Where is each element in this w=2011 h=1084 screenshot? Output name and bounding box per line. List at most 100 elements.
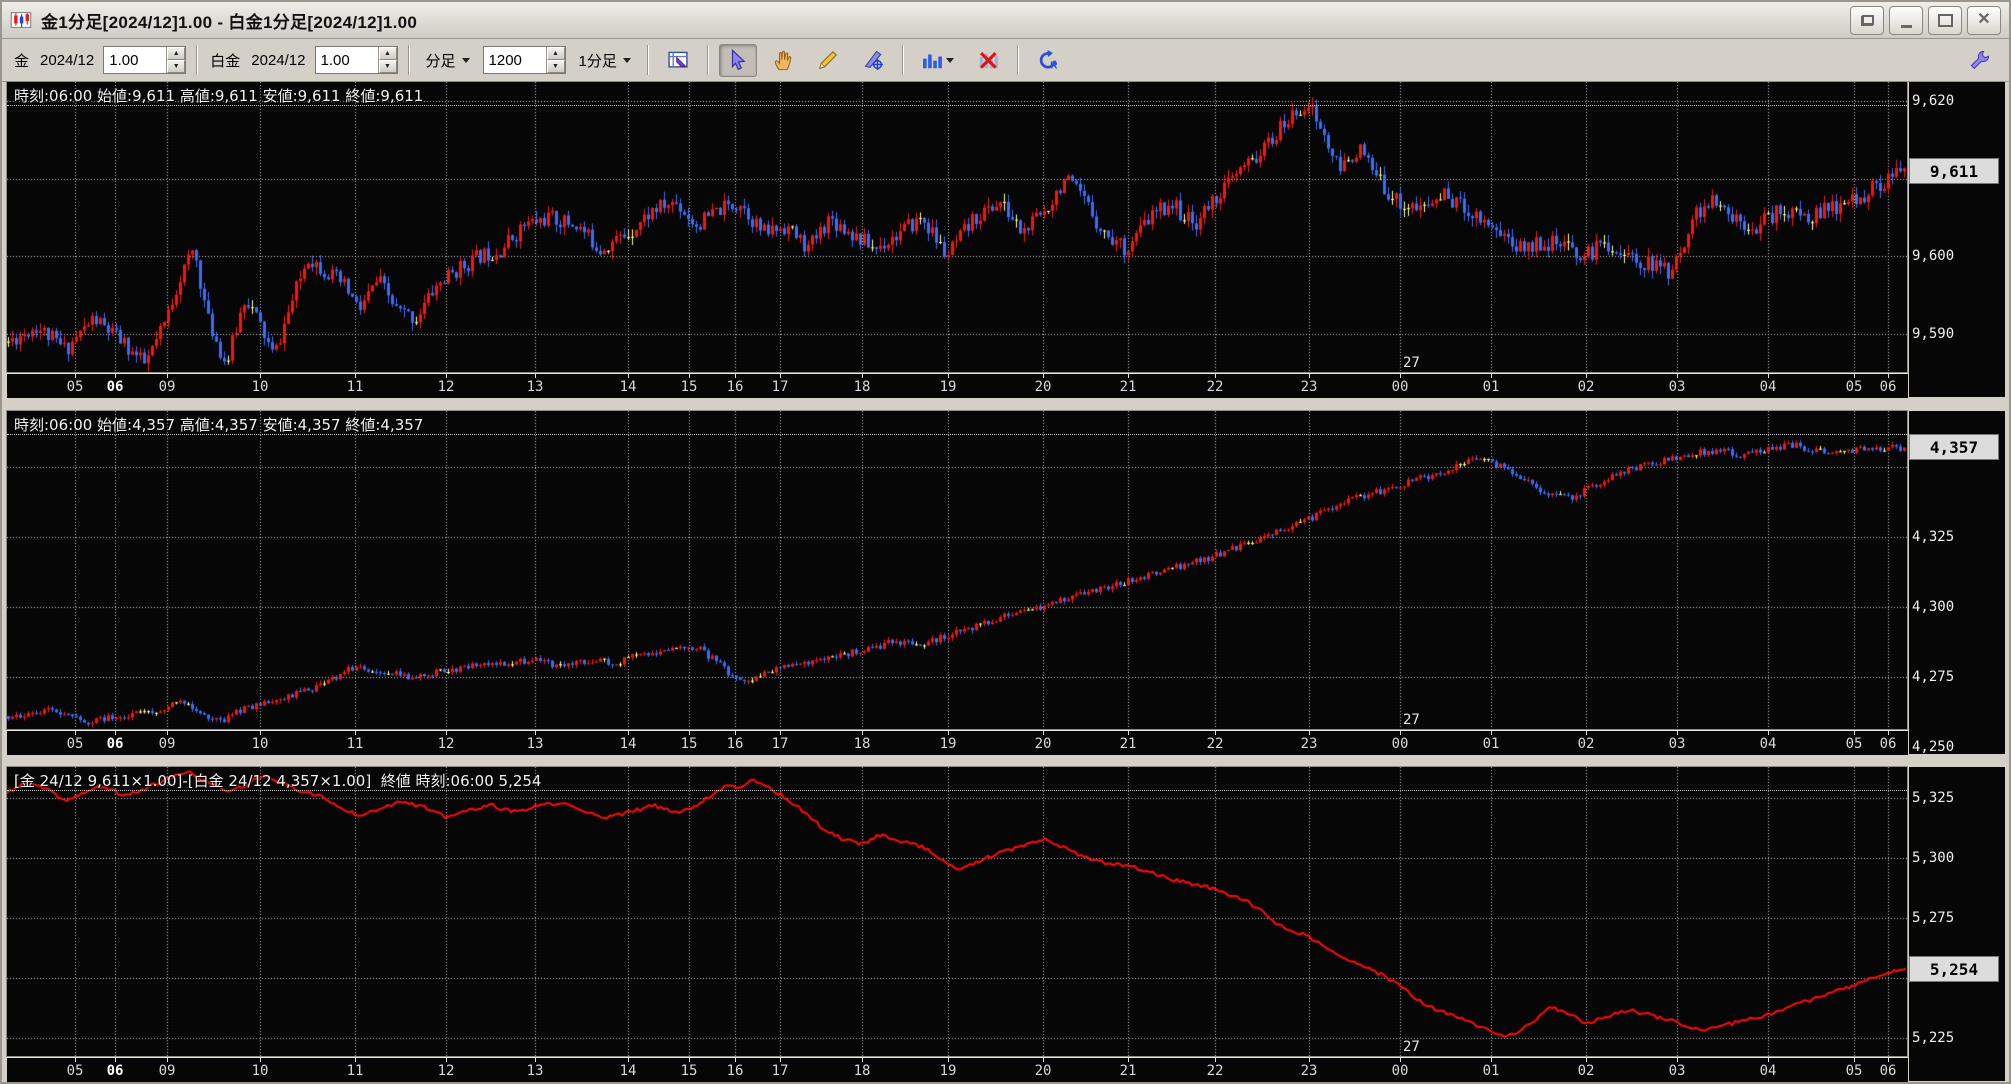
- chevron-down-icon: [461, 57, 470, 63]
- x-axis-label: 18: [853, 736, 871, 752]
- separator: [646, 45, 649, 75]
- bar-count-down-button[interactable]: ▼: [546, 60, 565, 73]
- remove-study-button[interactable]: [969, 44, 1007, 77]
- x-axis-label: 16: [726, 379, 744, 395]
- x-axis-tick: [260, 731, 261, 735]
- chart-panel-platinum: 時刻:06:00 始値:4,357 高値:4,357 安値:4,357 終値:4…: [7, 411, 2005, 755]
- info-separator: [7, 434, 1907, 435]
- select-cursor-button[interactable]: [718, 43, 757, 77]
- x-axis-tick: [689, 731, 690, 735]
- x-axis-tick: [167, 731, 168, 735]
- x-axis-tick: [1677, 374, 1678, 378]
- x-axis-label: 09: [158, 736, 176, 752]
- bar-count-input[interactable]: [483, 47, 546, 73]
- x-axis-tick: [115, 374, 116, 378]
- interval-dropdown[interactable]: 1分足: [573, 48, 637, 73]
- x-axis-label: 23: [1300, 1063, 1318, 1079]
- x-axis-tick: [75, 374, 76, 378]
- x-axis-label: 02: [1577, 1063, 1595, 1079]
- x-axis-tick: [1888, 731, 1889, 735]
- bar-count-up-button[interactable]: ▲: [546, 47, 565, 60]
- x-axis-label: 04: [1759, 379, 1777, 395]
- chart-type-button[interactable]: [914, 44, 962, 77]
- x-axis-tick: [1491, 1058, 1492, 1062]
- gold-candlestick-canvas[interactable]: [7, 82, 1907, 372]
- gold-time-axis: 05 06 09 10 11 12 13 14 15 16 17 18 19 20 21 22 23 00 01 02…: [7, 373, 1908, 398]
- settings-wrench-button[interactable]: [1961, 44, 1999, 77]
- spread-current-price-box: 5,254: [1909, 956, 1999, 982]
- x-axis-tick: [1043, 1058, 1044, 1062]
- reload-button[interactable]: R: [1029, 44, 1067, 77]
- x-axis-tick: [1854, 731, 1855, 735]
- x-axis-tick: [75, 1058, 76, 1062]
- x-axis-label: 01: [1482, 736, 1500, 752]
- x-axis-tick: [260, 374, 261, 378]
- x-axis-tick: [535, 1058, 536, 1062]
- y-axis-label: 9,600: [1912, 248, 1955, 264]
- x-axis-label: 10: [251, 1063, 269, 1079]
- pan-hand-button[interactable]: [764, 44, 802, 77]
- chart-properties-icon: [667, 49, 689, 71]
- platinum-contract-month[interactable]: 2024/12: [249, 52, 307, 69]
- x-axis-tick: [948, 374, 949, 378]
- x-axis-tick: [1586, 731, 1587, 735]
- x-axis-tick: [862, 374, 863, 378]
- x-axis-label: 09: [158, 1063, 176, 1079]
- platinum-multiplier-up-button[interactable]: ▲: [378, 47, 397, 60]
- x-axis-label: 14: [619, 1063, 637, 1079]
- x-axis-tick: [735, 374, 736, 378]
- app-icon: [10, 12, 32, 28]
- x-axis-tick: [1768, 731, 1769, 735]
- gold-multiplier-up-button[interactable]: ▲: [167, 47, 186, 60]
- draw-pencil-button[interactable]: [809, 44, 847, 77]
- x-axis-label: 17: [771, 1063, 789, 1079]
- x-axis-tick: [628, 731, 629, 735]
- gold-contract-month[interactable]: 2024/12: [38, 52, 96, 69]
- platinum-multiplier-input[interactable]: [315, 47, 378, 73]
- x-axis-tick: [1043, 731, 1044, 735]
- x-axis-label: 04: [1759, 736, 1777, 752]
- x-axis-label: 12: [437, 1063, 455, 1079]
- x-axis-tick: [1586, 1058, 1587, 1062]
- x-axis-tick: [1128, 1058, 1129, 1062]
- app-window: 金1分足[2024/12]1.00 - 白金1分足[2024/12]1.00 ✕…: [0, 0, 2011, 1084]
- platinum-candlestick-canvas[interactable]: [7, 411, 1907, 729]
- x-axis-label: 14: [619, 379, 637, 395]
- close-icon: ✕: [1977, 11, 1991, 28]
- charts-area: 時刻:06:00 始値:9,611 高値:9,611 安値:9,611 終値:9…: [2, 82, 2009, 1082]
- platinum-multiplier-down-button[interactable]: ▼: [378, 60, 397, 73]
- x-axis-label: 06: [106, 736, 124, 752]
- x-axis-tick: [628, 1058, 629, 1062]
- x-axis-tick: [780, 731, 781, 735]
- x-axis-label: 06: [1879, 736, 1897, 752]
- x-axis-label: 03: [1668, 1063, 1686, 1079]
- x-axis-label: 13: [526, 736, 544, 752]
- x-axis-tick: [1854, 1058, 1855, 1062]
- x-axis-label: 16: [726, 736, 744, 752]
- x-axis-label: 05: [1845, 1063, 1863, 1079]
- close-button[interactable]: ✕: [1967, 5, 2001, 35]
- x-axis-tick: [1768, 1058, 1769, 1062]
- float-window-button[interactable]: [1850, 5, 1884, 35]
- gold-multiplier-down-button[interactable]: ▼: [167, 60, 186, 73]
- gold-multiplier-input[interactable]: [104, 47, 167, 73]
- spread-plot[interactable]: [金 24/12 9,611×1.00]-[白金 24/12 4,357×1.0…: [7, 767, 1907, 1056]
- x-axis-tick: [1491, 374, 1492, 378]
- marker-crosshair-button[interactable]: [854, 44, 892, 77]
- x-axis-tick: [1309, 374, 1310, 378]
- interval-mode-dropdown[interactable]: 分足: [420, 48, 476, 73]
- maximize-button[interactable]: [1928, 5, 1962, 35]
- x-axis-tick: [1586, 374, 1587, 378]
- date-marker: 27: [1403, 1039, 1420, 1055]
- minimize-button[interactable]: [1889, 5, 1923, 35]
- gold-plot[interactable]: 時刻:06:00 始値:9,611 高値:9,611 安値:9,611 終値:9…: [7, 82, 1907, 372]
- y-axis-label: 4,325: [1912, 529, 1955, 545]
- x-axis-label: 16: [726, 1063, 744, 1079]
- chart-properties-button[interactable]: [659, 44, 697, 77]
- platinum-plot[interactable]: 時刻:06:00 始値:4,357 高値:4,357 安値:4,357 終値:4…: [7, 411, 1907, 729]
- info-separator: [7, 790, 1907, 791]
- x-axis-label: 06: [1879, 1063, 1897, 1079]
- gold-multiplier-spinner: ▲▼: [103, 46, 187, 74]
- svg-text:R: R: [1050, 60, 1058, 71]
- spread-line-canvas[interactable]: [7, 767, 1907, 1056]
